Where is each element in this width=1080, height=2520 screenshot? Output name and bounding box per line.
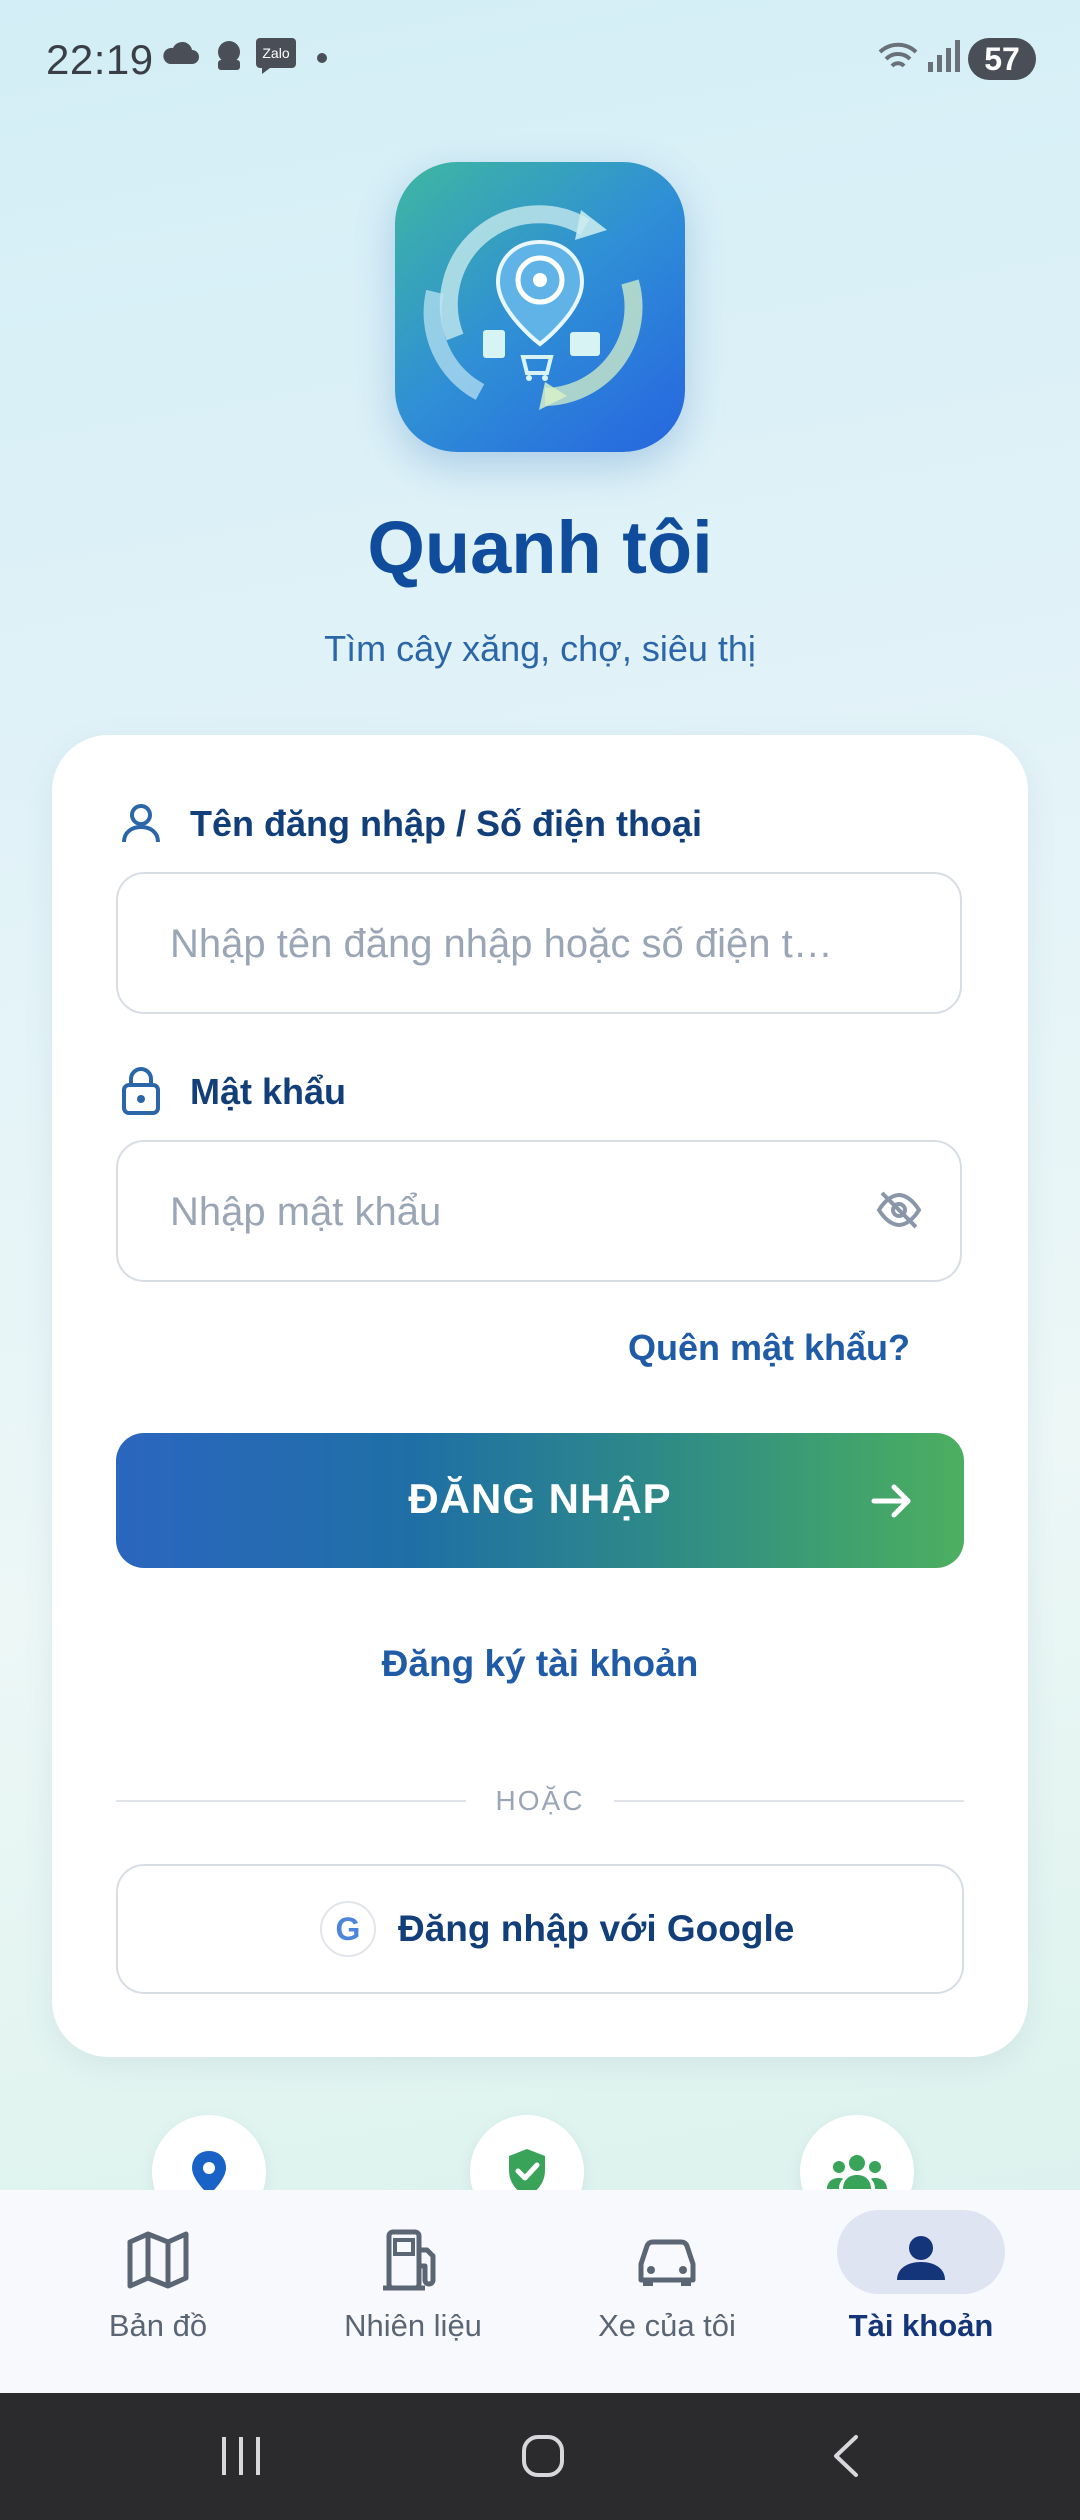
- cloud-icon: [163, 41, 199, 64]
- car-icon: [638, 2239, 696, 2286]
- back-icon[interactable]: [826, 2433, 866, 2479]
- app-logo: [395, 162, 685, 452]
- signal-icon: [928, 40, 960, 72]
- app-subtitle: Tìm cây xăng, chợ, siêu thị: [324, 628, 756, 669]
- group-icon: [827, 2155, 887, 2189]
- bottom-navigation: Bản đồ Nhiên liệu Xe của tôi Tài khoản: [0, 2190, 1080, 2393]
- nav-label-account: Tài khoản: [848, 2308, 994, 2343]
- login-button-label: ĐĂNG NHẬP: [408, 1475, 672, 1522]
- username-label: Tên đăng nhập / Số điện thoại: [190, 803, 702, 844]
- nav-label-map: Bản đồ: [108, 2308, 208, 2343]
- status-time: 22:19: [46, 36, 154, 83]
- nav-label-fuel: Nhiên liệu: [344, 2308, 482, 2343]
- lock-icon: [122, 1067, 160, 1115]
- nav-item-car[interactable]: Xe của tôi: [537, 2190, 797, 2393]
- home-icon[interactable]: [520, 2433, 566, 2479]
- register-link[interactable]: Đăng ký tài khoản: [0, 1643, 1080, 1685]
- system-navigation-bar: [0, 2393, 1080, 2520]
- username-field[interactable]: [116, 872, 962, 1014]
- google-button-label: Đăng nhập với Google: [398, 1908, 795, 1949]
- app-title: Quanh tôi: [367, 506, 713, 589]
- nav-item-fuel[interactable]: Nhiên liệu: [283, 2190, 543, 2393]
- status-bar: 22:19 Zalo 57: [0, 0, 1080, 120]
- alert-icon: [218, 41, 240, 70]
- password-label: Mật khẩu: [190, 1071, 347, 1112]
- nav-item-map[interactable]: Bản đồ: [28, 2190, 288, 2393]
- forgot-password-link[interactable]: Quên mật khẩu?: [628, 1327, 910, 1369]
- password-input[interactable]: [168, 1142, 862, 1282]
- location-cycle-icon: [423, 205, 643, 410]
- svg-text:Zalo: Zalo: [262, 45, 289, 61]
- wifi-icon: [878, 42, 918, 68]
- login-button[interactable]: ĐĂNG NHẬP: [116, 1433, 964, 1568]
- username-input[interactable]: [168, 874, 862, 1014]
- eye-off-icon[interactable]: [876, 1190, 922, 1230]
- arrow-right-icon: [871, 1484, 911, 1518]
- nav-item-account[interactable]: Tài khoản: [791, 2190, 1051, 2393]
- divider-right: [614, 1800, 964, 1802]
- user-icon: [122, 804, 160, 843]
- nav-label-car: Xe của tôi: [598, 2308, 736, 2343]
- password-field[interactable]: [116, 1140, 962, 1282]
- battery-indicator: 57: [968, 38, 1036, 80]
- dot-icon: [317, 53, 327, 63]
- fuel-icon: [383, 2229, 436, 2291]
- person-icon: [897, 2236, 945, 2280]
- google-login-button[interactable]: G Đăng nhập với Google: [116, 1864, 964, 1994]
- google-icon: G: [320, 1901, 376, 1957]
- zalo-icon: Zalo: [256, 38, 296, 74]
- recent-apps-icon[interactable]: [218, 2433, 264, 2479]
- map-icon: [127, 2231, 189, 2289]
